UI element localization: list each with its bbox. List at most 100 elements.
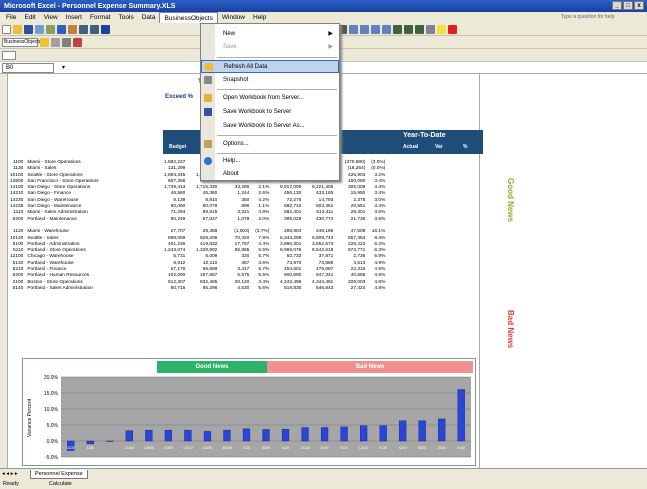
bo-open-icon[interactable] [73, 37, 82, 47]
x-tick-label: 14235 [222, 446, 232, 450]
new-icon[interactable] [2, 24, 11, 34]
cell-v[interactable]: 4,530 [219, 286, 251, 292]
menu-tools[interactable]: Tools [115, 12, 138, 23]
menu-window[interactable]: Window [218, 12, 249, 23]
currency-icon[interactable] [393, 24, 403, 34]
x-tick-label: 12100 [359, 446, 369, 450]
percent-icon[interactable] [404, 24, 414, 34]
cell-ytdp[interactable]: 4.8% [367, 286, 387, 292]
chart-bar [262, 429, 270, 442]
chart-bar [125, 430, 133, 442]
cell-p[interactable]: (3.7%) [251, 229, 271, 235]
x-tick-label: 5210 [399, 446, 407, 450]
menu-item-snapshot[interactable]: Snapshot [201, 74, 339, 87]
cell-ytda[interactable]: 546,843 [303, 286, 335, 292]
align-left-icon[interactable] [349, 24, 359, 34]
x-tick-label: 14230 [203, 446, 213, 450]
side-bad-news: Bad News [506, 310, 515, 349]
align-right-icon[interactable] [371, 24, 381, 34]
menu-data[interactable]: Data [138, 12, 160, 23]
menu-bar: File Edit View Insert Format Tools Data … [0, 11, 647, 24]
menu-separator [217, 135, 337, 136]
chart-bar [360, 425, 368, 442]
minimize-button[interactable]: _ [612, 1, 622, 10]
submenu-arrow-icon: ▶ [328, 44, 333, 50]
name-box[interactable]: B0 [2, 62, 54, 73]
chart-bar [184, 429, 192, 442]
menu-help[interactable]: Help [249, 12, 270, 23]
cell-ref-box[interactable] [2, 50, 16, 60]
cell-code[interactable]: 10120 [8, 236, 25, 242]
x-tick-label: 14100 [164, 446, 174, 450]
indent-icon[interactable] [426, 24, 436, 34]
table-row: 5140 Portland - Sales Administration 80,71… [8, 286, 387, 292]
menu-edit[interactable]: Edit [20, 12, 39, 23]
cell-code[interactable]: 14210 [8, 191, 25, 197]
chart-bar [457, 389, 465, 442]
preview-icon[interactable] [46, 24, 55, 34]
menu-file[interactable]: File [2, 12, 20, 23]
sheet-nav-arrows[interactable]: ◂ ◂ ▸ ▸ [0, 471, 30, 477]
chart-bar [340, 426, 348, 442]
report-subtitle: Exceed % [165, 94, 194, 100]
open-icon[interactable] [13, 24, 22, 34]
bo-star-icon[interactable] [40, 37, 49, 47]
y-tick-label: 15.0% [44, 391, 59, 397]
cell-ytdp[interactable]: (0.0%) [367, 166, 387, 172]
fx-icon: ▾ [62, 65, 66, 71]
align-center-icon[interactable] [360, 24, 370, 34]
cell-p[interactable]: 5.6% [251, 286, 271, 292]
x-tick-label: 5200 [262, 446, 270, 450]
businessobjects-menu: New ▶ Save ▶ Refresh All Data Snapshot Ope… [200, 23, 340, 181]
menu-item-open-workbook[interactable]: Open Workbook from Server... [201, 92, 339, 105]
chart-bar [223, 429, 231, 442]
menu-item-about[interactable]: About [201, 168, 339, 181]
help-search-input[interactable]: Type a question for help [561, 14, 619, 21]
cell-code[interactable]: 12100 [8, 254, 25, 260]
variance-chart[interactable]: Good News Bad News 20.0% 15.0% 10.0% 5.0% 0.… [22, 358, 476, 466]
print-icon[interactable] [35, 24, 44, 34]
menu-item-help[interactable]: Help... [201, 155, 339, 168]
comma-icon[interactable] [415, 24, 425, 34]
autosum-icon[interactable] [101, 24, 110, 34]
cell-code[interactable]: 5140 [8, 286, 25, 292]
spelling-icon[interactable] [57, 24, 66, 34]
businessobjects-label[interactable]: BusinessObjects [2, 37, 41, 47]
menu-item-refresh-all-data[interactable]: Refresh All Data [201, 60, 339, 73]
menu-insert[interactable]: Insert [62, 12, 86, 23]
cell-ytdv[interactable]: 27,424 [335, 286, 367, 292]
status-ready: Ready [3, 481, 19, 487]
menu-businessobjects[interactable]: BusinessObjects [159, 11, 218, 24]
cell-ytdb[interactable]: 519,830 [271, 286, 303, 292]
save-icon[interactable] [24, 24, 33, 34]
fill-color-icon[interactable] [437, 24, 447, 34]
menu-item-save-workbook-as[interactable]: Save Workbook to Server As... [201, 120, 339, 133]
maximize-button[interactable]: □ [623, 1, 633, 10]
menu-item-save[interactable]: Save ▶ [201, 41, 339, 54]
sheet-tab-personnel-expense[interactable]: Personnel Expense [30, 469, 88, 479]
bo-refresh-icon[interactable] [51, 37, 60, 47]
paste-icon[interactable] [68, 24, 77, 34]
y-axis-label: Variance Percent [27, 398, 33, 437]
menu-view[interactable]: View [40, 12, 62, 23]
col-budget: Budget [169, 144, 187, 150]
row-headers [0, 74, 8, 468]
menu-item-save-workbook[interactable]: Save Workbook to Server [201, 106, 339, 119]
cell-name[interactable]: Portland - Sales Administration [25, 286, 155, 292]
redo-icon[interactable] [90, 24, 99, 34]
refresh-icon [205, 63, 213, 71]
menu-item-options[interactable]: Options... [201, 138, 339, 151]
menu-format[interactable]: Format [86, 12, 115, 23]
close-button[interactable]: x [634, 1, 644, 10]
merge-icon[interactable] [382, 24, 392, 34]
menu-item-new[interactable]: New ▶ [201, 28, 339, 41]
menu-separator [217, 153, 337, 154]
side-good-news: Good News [506, 178, 515, 223]
undo-icon[interactable] [79, 24, 88, 34]
bo-snapshot-icon[interactable] [62, 37, 71, 47]
cell-a[interactable]: 85,296 [187, 286, 219, 292]
cell-b[interactable]: 80,716 [155, 286, 187, 292]
plot-area [61, 377, 471, 457]
font-color-icon[interactable] [448, 24, 458, 34]
cell-code[interactable]: 10100 [8, 173, 25, 179]
